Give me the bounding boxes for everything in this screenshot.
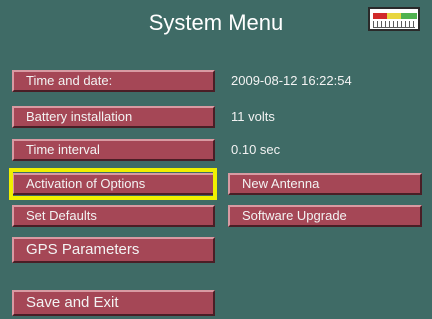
time-and-date-button[interactable]: Time and date:	[12, 70, 215, 92]
time-interval-button[interactable]: Time interval	[12, 139, 215, 161]
new-antenna-button[interactable]: New Antenna	[228, 173, 422, 195]
set-defaults-button[interactable]: Set Defaults	[12, 205, 215, 227]
battery-value: 11 volts	[231, 109, 275, 124]
battery-meter-icon	[368, 7, 420, 31]
battery-installation-button[interactable]: Battery installation	[12, 106, 215, 128]
software-upgrade-button[interactable]: Software Upgrade	[228, 205, 422, 227]
meter-green-segment	[401, 13, 417, 19]
selection-highlight	[9, 168, 217, 200]
meter-yellow-segment	[387, 13, 401, 19]
meter-scale	[373, 21, 415, 28]
interval-value: 0.10 sec	[231, 142, 281, 157]
gps-parameters-button[interactable]: GPS Parameters	[12, 237, 215, 263]
meter-red-segment	[373, 13, 387, 19]
time-and-date-value: 2009-08-12 16:22:54	[231, 73, 352, 88]
save-and-exit-button[interactable]: Save and Exit	[12, 290, 215, 316]
